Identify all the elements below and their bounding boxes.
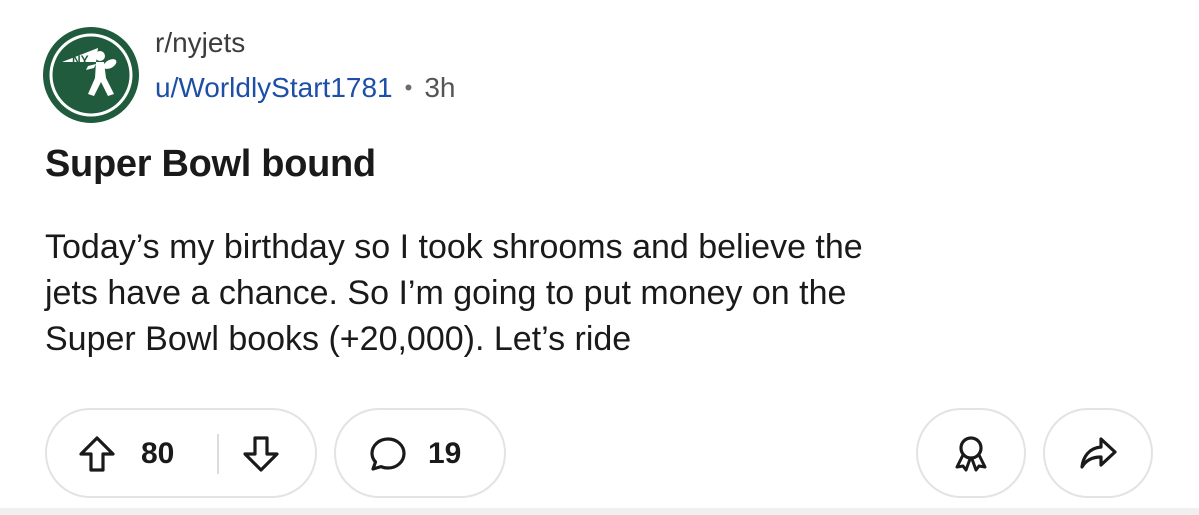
vote-count: 80: [141, 437, 175, 470]
upvote-button[interactable]: [77, 434, 115, 474]
svg-text:NY: NY: [72, 53, 89, 67]
post-card: NY r/nyjets u/WorldlyStart1781 • 3h Supe…: [0, 0, 1199, 515]
award-ribbon-icon: [955, 436, 987, 472]
arrow-down-icon: [243, 436, 279, 472]
vote-divider: [217, 434, 219, 474]
subreddit-avatar[interactable]: NY: [43, 27, 139, 123]
subreddit-name[interactable]: r/nyjets: [155, 26, 245, 60]
comments-button[interactable]: 19: [334, 408, 506, 498]
share-arrow-icon: [1080, 437, 1117, 469]
post-body: Today’s my birthday so I took shrooms an…: [45, 224, 1165, 362]
meta-separator: •: [404, 75, 413, 100]
speech-bubble-icon: [368, 434, 408, 474]
vote-control: 80: [45, 408, 317, 498]
post-body-line: Super Bowl books (+20,000). Let’s ride: [45, 320, 632, 358]
arrow-up-icon: [79, 436, 115, 472]
comment-count: 19: [428, 437, 462, 470]
nyjets-logo-icon: NY: [49, 33, 133, 117]
post-meta: u/WorldlyStart1781 • 3h: [155, 70, 455, 106]
post-body-line: jets have a chance. So I’m going to put …: [45, 274, 847, 312]
post-timestamp: 3h: [424, 72, 456, 103]
award-button[interactable]: [916, 408, 1026, 498]
post-separator: [0, 508, 1199, 515]
downvote-button[interactable]: [241, 434, 279, 474]
post-body-line: Today’s my birthday so I took shrooms an…: [45, 228, 863, 266]
post-title[interactable]: Super Bowl bound: [45, 141, 376, 187]
author-username[interactable]: u/WorldlyStart1781: [155, 70, 393, 106]
share-button[interactable]: [1043, 408, 1153, 498]
